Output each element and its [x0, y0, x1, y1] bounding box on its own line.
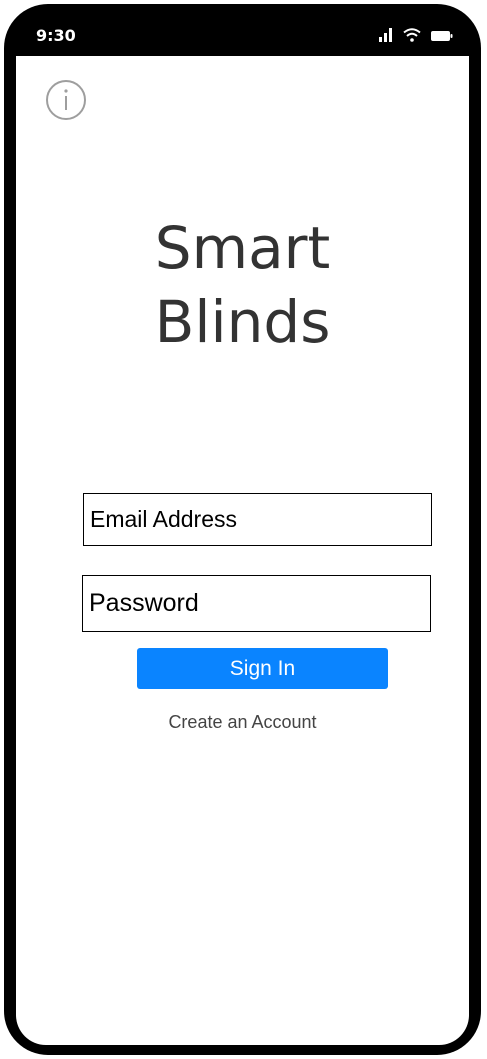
status-icons — [379, 26, 453, 42]
app-title-line-1: Smart — [154, 214, 331, 282]
screen: Smart Blinds Sign In Create an Account — [16, 56, 469, 1045]
email-field[interactable] — [83, 493, 432, 546]
signal-icon — [379, 28, 392, 42]
app-title: Smart Blinds — [16, 211, 469, 359]
status-bar: 9:30 — [4, 4, 481, 56]
phone-frame: 9:30 Smart Blinds Email Address Sign In … — [4, 4, 481, 1055]
sign-in-button[interactable]: Sign In — [137, 648, 388, 689]
wifi-icon — [403, 28, 421, 42]
info-icon — [46, 80, 86, 120]
info-button[interactable] — [44, 78, 88, 122]
app-title-line-2: Blinds — [154, 288, 331, 356]
password-field[interactable] — [82, 575, 431, 632]
create-account-link[interactable]: Create an Account — [16, 712, 469, 733]
battery-icon — [431, 31, 453, 41]
status-time: 9:30 — [36, 26, 76, 45]
